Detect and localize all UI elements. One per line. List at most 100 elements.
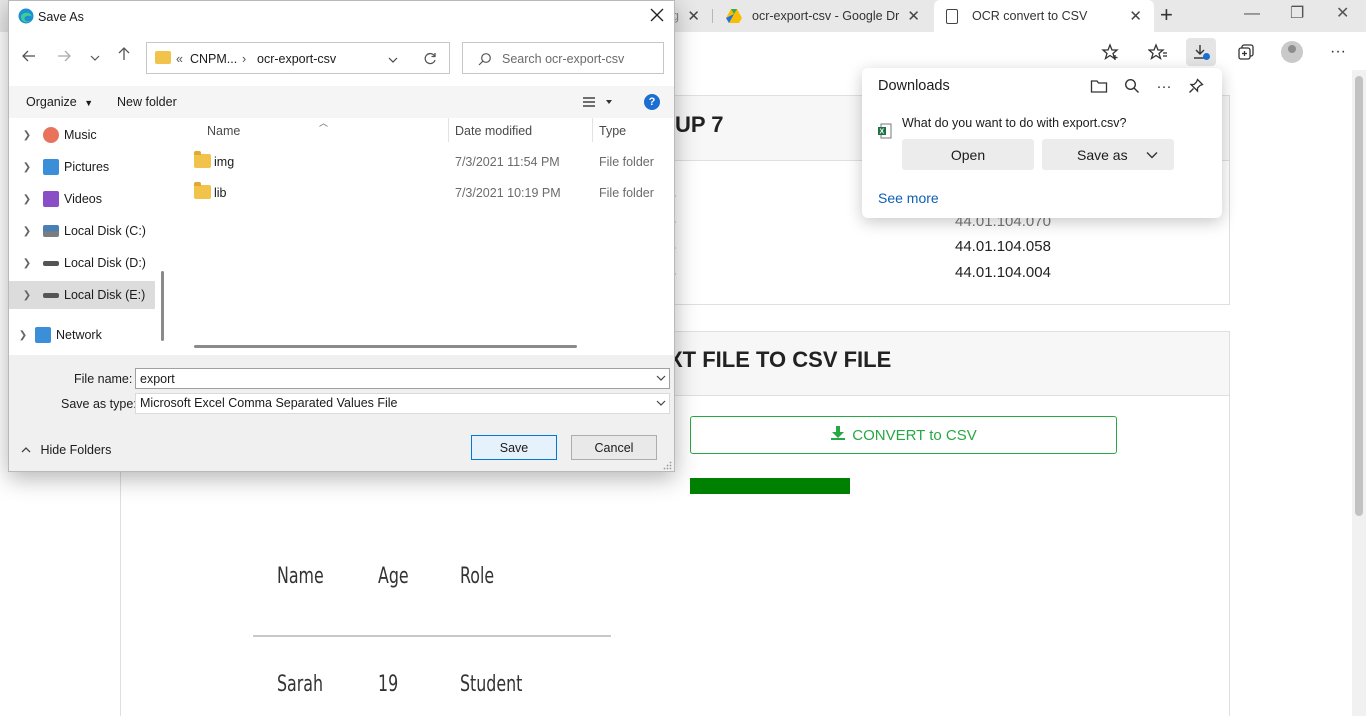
search-field[interactable]: Search ocr-export-csv xyxy=(462,42,664,74)
command-bar: Organize ▼ New folder ? xyxy=(9,86,674,118)
close-window-button[interactable]: ✕ xyxy=(1336,4,1349,24)
resize-grip-icon[interactable] xyxy=(662,459,672,473)
column-header-date[interactable]: Date modified xyxy=(455,124,532,138)
file-type: File folder xyxy=(599,186,654,200)
recent-locations-chevron-icon[interactable] xyxy=(90,50,100,68)
chevron-down-icon[interactable] xyxy=(388,54,398,68)
up-arrow-icon[interactable] xyxy=(118,47,130,66)
view-options-icon[interactable] xyxy=(583,96,613,111)
nav-pane-scrollbar[interactable] xyxy=(161,271,164,341)
downloads-flyout: Downloads ··· X What do you want to do w… xyxy=(862,68,1222,218)
nav-label: Local Disk (E:) xyxy=(64,288,146,302)
page-scrollbar-thumb[interactable] xyxy=(1355,76,1363,516)
expand-chevron-icon[interactable]: ❯ xyxy=(9,130,35,141)
add-favorite-icon[interactable] xyxy=(1095,38,1125,66)
nav-label: Videos xyxy=(64,192,102,206)
dialog-title: Save As xyxy=(38,10,84,24)
expand-chevron-icon[interactable]: ❯ xyxy=(9,290,35,301)
tab-google-drive[interactable]: ocr-export-csv - Google Drive ✕ xyxy=(714,0,932,32)
student-id: 44.01.104.058 xyxy=(955,238,1051,255)
pin-icon[interactable] xyxy=(1185,76,1207,96)
save-as-button[interactable]: Save as xyxy=(1042,139,1174,170)
folder-icon xyxy=(155,51,171,64)
more-options-icon[interactable]: ··· xyxy=(1153,76,1175,96)
expand-chevron-icon[interactable]: ❯ xyxy=(9,258,35,269)
nav-item-local-disk-e[interactable]: ❯ Local Disk (E:) xyxy=(9,281,155,309)
nav-item-music[interactable]: ❯ Music xyxy=(9,121,155,149)
breadcrumb-separator[interactable]: › xyxy=(242,52,246,66)
nav-label: Pictures xyxy=(64,160,110,174)
open-button[interactable]: Open xyxy=(902,139,1034,170)
cancel-button[interactable]: Cancel xyxy=(571,435,657,460)
dialog-titlebar[interactable]: Save As xyxy=(9,1,674,32)
organize-label: Organize xyxy=(26,95,77,109)
new-tab-button[interactable]: + xyxy=(1160,4,1173,26)
nav-item-videos[interactable]: ❯ Videos xyxy=(9,185,155,213)
page-scrollbar[interactable] xyxy=(1352,70,1366,716)
chevron-down-icon[interactable] xyxy=(656,399,666,410)
handwriting-cell: Sarah xyxy=(277,672,324,697)
progress-bar xyxy=(690,478,850,494)
downloads-icon[interactable] xyxy=(1186,38,1216,66)
videos-icon xyxy=(43,191,59,207)
minimize-button[interactable]: — xyxy=(1244,4,1260,24)
help-icon[interactable]: ? xyxy=(644,94,660,110)
file-row[interactable]: img 7/3/2021 11:54 PM File folder xyxy=(172,148,674,176)
column-header-name[interactable]: Name xyxy=(207,124,240,138)
edge-logo-icon xyxy=(18,8,34,24)
breadcrumb-item[interactable]: CNPM... xyxy=(190,52,237,66)
handwriting-rule xyxy=(253,635,611,637)
convert-label: CONVERT to CSV xyxy=(852,426,977,444)
expand-chevron-icon[interactable]: ❯ xyxy=(9,194,35,205)
cancel-label: Cancel xyxy=(594,440,634,455)
file-type: File folder xyxy=(599,155,654,169)
refresh-icon[interactable] xyxy=(423,52,437,69)
tab-ocr-convert[interactable]: OCR convert to CSV ✕ xyxy=(934,0,1154,32)
file-row[interactable]: lib 7/3/2021 10:19 PM File folder xyxy=(172,179,674,207)
favorites-icon[interactable] xyxy=(1143,38,1173,66)
breadcrumb-overflow[interactable]: « xyxy=(176,52,183,66)
tab-close-icon[interactable]: ✕ xyxy=(687,7,700,25)
address-bar[interactable]: « CNPM... › ocr-export-csv xyxy=(146,42,450,74)
new-folder-button[interactable]: New folder xyxy=(117,95,177,109)
file-name-input[interactable] xyxy=(135,368,670,389)
profile-icon[interactable] xyxy=(1277,38,1307,66)
nav-item-pictures[interactable]: ❯ Pictures xyxy=(9,153,155,181)
more-icon[interactable]: ··· xyxy=(1323,38,1353,66)
tab-close-icon[interactable]: ✕ xyxy=(907,7,920,25)
expand-chevron-icon[interactable]: ❯ xyxy=(9,226,35,237)
save-button[interactable]: Save xyxy=(471,435,557,460)
handwriting-cell: 19 xyxy=(378,672,399,697)
tab-title: ocr-export-csv - Google Drive xyxy=(752,9,900,23)
download-icon xyxy=(830,425,846,445)
file-list-scrollbar[interactable] xyxy=(194,345,577,348)
open-folder-icon[interactable] xyxy=(1088,76,1110,96)
close-icon[interactable] xyxy=(650,6,664,27)
column-header-type[interactable]: Type xyxy=(599,124,626,138)
handwriting-header: Age xyxy=(378,564,409,589)
expand-chevron-icon[interactable]: ❯ xyxy=(9,330,35,341)
forward-arrow-icon[interactable] xyxy=(57,49,71,67)
nav-item-network[interactable]: ❯ Network xyxy=(9,321,155,349)
search-icon xyxy=(478,52,492,69)
organize-button[interactable]: Organize ▼ xyxy=(26,95,93,109)
hide-folders-label: Hide Folders xyxy=(40,443,112,457)
file-name-label: File name: xyxy=(74,372,133,386)
tab-close-icon[interactable]: ✕ xyxy=(1129,7,1142,25)
chevron-down-icon[interactable] xyxy=(656,374,666,385)
breadcrumb-item[interactable]: ocr-export-csv xyxy=(257,52,336,66)
restore-button[interactable]: ❐ xyxy=(1290,4,1304,24)
chevron-down-icon[interactable] xyxy=(1146,148,1158,164)
save-type-select[interactable]: Microsoft Excel Comma Separated Values F… xyxy=(135,393,670,414)
collections-icon[interactable] xyxy=(1231,38,1261,66)
see-more-link[interactable]: See more xyxy=(878,190,939,206)
nav-item-local-disk-c[interactable]: ❯ Local Disk (C:) xyxy=(9,217,155,245)
handwriting-header: Role xyxy=(460,564,495,589)
nav-item-local-disk-d[interactable]: ❯ Local Disk (D:) xyxy=(9,249,155,277)
expand-chevron-icon[interactable]: ❯ xyxy=(9,162,35,173)
back-arrow-icon[interactable] xyxy=(22,49,36,67)
card-title: XT FILE TO CSV FILE xyxy=(668,347,892,372)
convert-to-csv-button[interactable]: CONVERT to CSV xyxy=(690,416,1117,454)
search-icon[interactable] xyxy=(1121,76,1143,96)
hide-folders-button[interactable]: Hide Folders xyxy=(21,443,111,457)
